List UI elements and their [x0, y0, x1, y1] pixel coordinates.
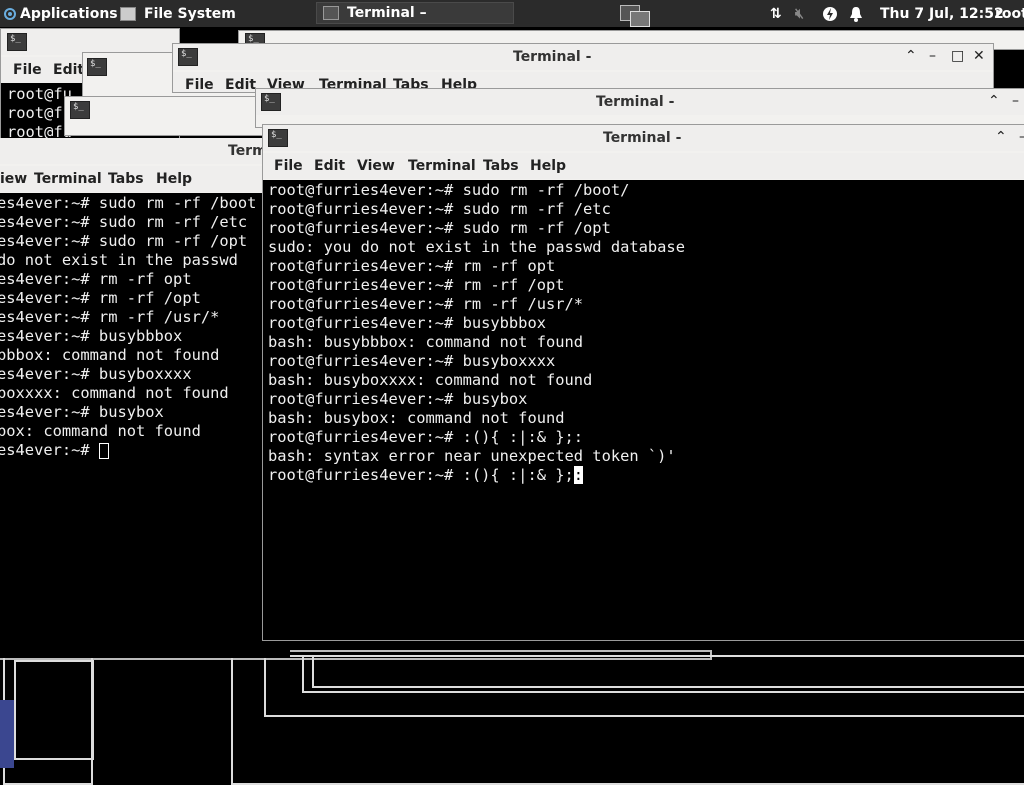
- terminal-line: root@furries4ever:~# busybbbox: [268, 314, 546, 332]
- window-trail: [312, 655, 1024, 688]
- applications-icon: [3, 7, 17, 21]
- terminal-line: root@furries4ever:~# busybox: [268, 390, 528, 408]
- volume-muted-icon[interactable]: 🔇︎: [795, 0, 804, 27]
- text-cursor: [98, 442, 109, 459]
- titlebar: $_ Terminal - ⌃ –: [263, 125, 1024, 151]
- terminal-output[interactable]: es4ever:~# sudo rm -rf /boot es4ever:~# …: [0, 193, 290, 658]
- terminal-window-left[interactable]: Termi iew Terminal Tabs Help es4ever:~# …: [0, 138, 290, 658]
- menu-tabs[interactable]: Tabs: [108, 171, 144, 187]
- terminal-line: box: command not found: [0, 422, 201, 440]
- terminal-line: root@furries4ever:~# rm -rf opt: [268, 257, 556, 275]
- network-icon[interactable]: ⇅: [770, 0, 782, 27]
- terminal-line: root@furries4ever:~# :(){ :|:& };:: [268, 466, 1024, 485]
- prompt-text: root@furries4ever:~# :(){ :|:& };: [268, 466, 574, 484]
- terminal-output[interactable]: root@furries4ever:~# sudo rm -rf /boot/ …: [263, 180, 1024, 640]
- window-title: Terminal -: [603, 130, 682, 146]
- applications-menu[interactable]: Applications: [3, 0, 118, 27]
- terminal-icon: $_: [261, 93, 281, 111]
- terminal-icon: $_: [178, 48, 198, 66]
- menu-view[interactable]: View: [357, 158, 395, 174]
- terminal-icon: $_: [87, 58, 107, 76]
- titlebar: Termi: [0, 138, 290, 164]
- terminal-line: sudo: you do not exist in the passwd dat…: [268, 238, 685, 256]
- terminal-line: do not exist in the passwd: [0, 251, 238, 269]
- menu-help[interactable]: Help: [156, 171, 192, 187]
- drive-icon: [120, 6, 136, 21]
- terminal-line: es4ever:~#: [0, 441, 290, 460]
- shade-icon[interactable]: –: [1019, 129, 1024, 145]
- menu-file[interactable]: File: [274, 158, 303, 174]
- window-title: Terminal -: [513, 49, 592, 65]
- terminal-line: es4ever:~# sudo rm -rf /etc: [0, 213, 248, 231]
- terminal-line: bbbox: command not found: [0, 346, 220, 364]
- maximize-icon[interactable]: □: [951, 48, 964, 64]
- user-menu[interactable]: root: [995, 0, 1024, 27]
- prompt-text: es4ever:~#: [0, 441, 99, 459]
- terminal-line: es4ever:~# sudo rm -rf /opt: [0, 232, 248, 250]
- titlebar: $_ Terminal - ⌃ –: [256, 89, 1024, 115]
- taskbar-terminal-label: Terminal –: [347, 5, 427, 21]
- terminal-line: root@furries4ever:~# rm -rf /usr/*: [268, 295, 584, 313]
- terminal-icon: [323, 6, 339, 20]
- terminal-window-stacked[interactable]: $_ Terminal - ⌃ – □ ✕ File Edit View Ter…: [172, 43, 994, 93]
- terminal-window-stacked[interactable]: $_ Terminal - ⌃ –: [255, 88, 1024, 128]
- terminal-line: root@furries4ever:~# rm -rf /opt: [268, 276, 565, 294]
- terminal-line: es4ever:~# rm -rf opt: [0, 270, 192, 288]
- menubar: iew Terminal Tabs Help: [0, 166, 290, 192]
- terminal-line: es4ever:~# sudo rm -rf /boot: [0, 194, 257, 212]
- terminal-line: es4ever:~# busybox: [0, 403, 164, 421]
- terminal-line: bash: busyboxxxx: command not found: [268, 371, 593, 389]
- notifications-bell-icon[interactable]: [849, 0, 863, 27]
- terminal-icon: $_: [70, 101, 90, 119]
- terminal-line: root@furries4ever:~# sudo rm -rf /opt: [268, 219, 611, 237]
- titlebar: $_ Terminal - ⌃ – □ ✕: [173, 44, 993, 70]
- menu-edit[interactable]: Edit: [225, 77, 256, 92]
- terminal-window-stacked[interactable]: $_: [64, 96, 274, 136]
- minimize-icon[interactable]: ⌃: [995, 129, 1007, 145]
- terminal-line: boxxxx: command not found: [0, 384, 229, 402]
- terminal-line: bash: syntax error near unexpected token…: [268, 447, 676, 465]
- menu-tabs[interactable]: Tabs: [483, 158, 519, 174]
- terminal-line: root@furries4ever:~# :(){ :|:& };:: [268, 428, 584, 446]
- terminal-line: root@furries4ever:~# sudo rm -rf /etc: [268, 200, 611, 218]
- terminal-line: es4ever:~# rm -rf /opt: [0, 289, 201, 307]
- power-icon[interactable]: [822, 0, 838, 27]
- terminal-line: bash: busybbbox: command not found: [268, 333, 584, 351]
- menu-terminal[interactable]: Terminal: [408, 158, 476, 174]
- window-title: Terminal -: [596, 94, 675, 110]
- terminal-line: bash: busybox: command not found: [268, 409, 565, 427]
- terminal-icon: $_: [7, 33, 27, 51]
- terminal-window-main[interactable]: $_ Terminal - ⌃ – File Edit View Termina…: [262, 124, 1024, 641]
- terminal-icon: $_: [268, 129, 288, 147]
- taskbar-terminal-button[interactable]: Terminal –: [316, 2, 514, 24]
- terminal-line: es4ever:~# busyboxxxx: [0, 365, 192, 383]
- workspace-switcher[interactable]: [618, 0, 650, 27]
- file-system-launcher[interactable]: File System: [120, 0, 236, 27]
- menu-edit[interactable]: Edit: [314, 158, 345, 174]
- terminal-line: es4ever:~# busybbbox: [0, 327, 183, 345]
- file-system-label: File System: [144, 5, 236, 22]
- shade-icon[interactable]: –: [1012, 93, 1019, 109]
- windows-icon: [618, 3, 650, 27]
- desktop-background: [0, 700, 14, 768]
- close-icon[interactable]: ✕: [973, 48, 985, 64]
- menu-file[interactable]: File: [13, 62, 42, 78]
- top-panel: Applications File System Terminal – ⇅ 🔇︎…: [0, 0, 1024, 27]
- minimize-icon[interactable]: ⌃: [905, 48, 917, 64]
- menu-terminal[interactable]: Terminal: [34, 171, 102, 187]
- menu-help[interactable]: Help: [530, 158, 566, 174]
- text-cursor: :: [573, 466, 584, 484]
- menubar: File Edit View Terminal Tabs Help: [263, 153, 1024, 179]
- clock[interactable]: Thu 7 Jul, 12:52: [880, 0, 1004, 27]
- terminal-line: root@furries4ever:~# sudo rm -rf /boot/: [268, 181, 630, 199]
- shade-icon[interactable]: –: [929, 48, 936, 64]
- menu-view[interactable]: iew: [0, 171, 27, 187]
- terminal-line: root@furries4ever:~# busyboxxxx: [268, 352, 556, 370]
- minimize-icon[interactable]: ⌃: [988, 93, 1000, 109]
- window-trail: [14, 660, 94, 760]
- menu-file[interactable]: File: [185, 77, 214, 92]
- applications-label: Applications: [20, 5, 118, 22]
- menu-edit[interactable]: Edit: [53, 62, 84, 78]
- terminal-line: es4ever:~# rm -rf /usr/*: [0, 308, 220, 326]
